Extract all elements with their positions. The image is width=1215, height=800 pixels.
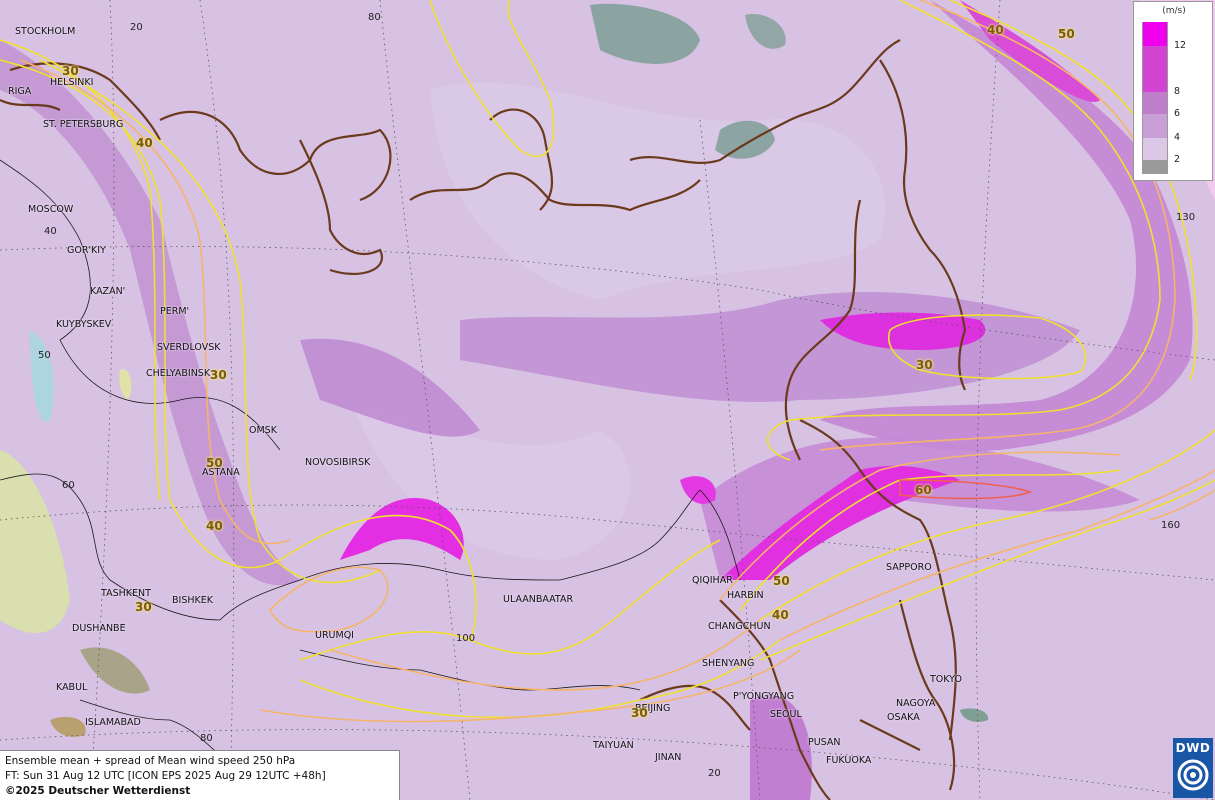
legend-level: 4 [1174, 132, 1181, 143]
contour-label-50: 50 [206, 456, 223, 470]
contour-label-50: 50 [1058, 27, 1075, 41]
city-tashkent: TASHKENT [101, 588, 151, 599]
grid-label-160: 160 [1161, 520, 1181, 531]
contour-label-40: 40 [987, 23, 1004, 37]
dwd-logo: DWD [1173, 738, 1213, 798]
city-chelyabinsk: CHELYABINSK [146, 368, 211, 379]
contour-label-30: 30 [916, 358, 933, 372]
grid-label-20-top: 20 [130, 22, 143, 33]
grid-label-60-left: 60 [62, 480, 75, 491]
city-helsinki: HELSINKI [50, 77, 94, 88]
legend-level: 8 [1174, 86, 1181, 97]
city-jinan: JINAN [655, 752, 682, 763]
info-title: Ensemble mean + spread of Mean wind spee… [5, 755, 296, 767]
grid-label-100: 100 [456, 633, 476, 644]
city-taiyuan: TAIYUAN [593, 740, 634, 751]
contour-label-40: 40 [136, 136, 153, 150]
city-moscow: MOSCOW [28, 204, 74, 215]
city-urumqi: URUMQI [315, 630, 354, 641]
city-st-petersburg: ST. PETERSBURG [43, 119, 124, 130]
contour-label-30: 30 [210, 368, 227, 382]
city-changchun: CHANGCHUN [708, 621, 771, 632]
city-nagoya: NAGOYA [896, 698, 936, 709]
contour-label-30: 30 [135, 600, 152, 614]
legend-swatch [1142, 22, 1168, 46]
legend-level: 2 [1174, 154, 1181, 165]
wind-speed-field [0, 0, 1215, 800]
city-omsk: OMSK [249, 425, 277, 436]
legend-swatch [1142, 160, 1168, 174]
city-qiqihar: QIQIHAR [692, 575, 733, 586]
city-riga: RIGA [8, 86, 32, 97]
contour-label-50: 50 [773, 574, 790, 588]
city-gorkiy: GOR'KIY [67, 245, 106, 256]
city-stockholm: STOCKHOLM [15, 26, 76, 37]
legend-swatch [1142, 46, 1168, 92]
contour-label-40: 40 [206, 519, 223, 533]
city-sverdlovsk: SVERDLOVSK [157, 342, 221, 353]
city-tokyo: TOKYO [930, 674, 962, 685]
dwd-logo-text: DWD [1175, 741, 1211, 755]
city-sapporo: SAPPORO [886, 562, 932, 573]
color-legend: (m/s) 12 8 6 4 2 [1133, 1, 1213, 181]
legend-swatch [1142, 138, 1168, 160]
city-pyongyang: P'YONGYANG [733, 691, 795, 702]
city-harbin: HARBIN [727, 590, 764, 601]
weather-map: 20 80 40 50 60 80 100 130 160 20 STOCKHO… [0, 0, 1215, 800]
grid-label-20-bottom: 20 [708, 768, 721, 779]
grid-label-50-left: 50 [38, 350, 51, 361]
city-osaka: OSAKA [887, 712, 920, 723]
info-copyright: ©2025 Deutscher Wetterdienst [5, 785, 191, 797]
city-seoul: SEOUL [770, 709, 802, 720]
city-pusan: PUSAN [808, 737, 841, 748]
contour-label-40: 40 [772, 608, 789, 622]
city-islamabad: ISLAMABAD [85, 717, 141, 728]
grid-label-80-top: 80 [368, 12, 381, 23]
swirl-icon [1177, 759, 1209, 791]
city-ulaanbaatar: ULAANBAATAR [503, 594, 574, 605]
grid-label-80-bottom: 80 [200, 733, 213, 744]
legend-level: 12 [1174, 40, 1187, 51]
legend-swatch [1142, 114, 1168, 138]
legend-unit: (m/s) [1162, 6, 1186, 16]
city-dushanbe: DUSHANBE [72, 623, 126, 634]
grid-label-40-left: 40 [44, 226, 57, 237]
city-fukuoka: FUKUOKA [826, 755, 872, 766]
info-box: Ensemble mean + spread of Mean wind spee… [0, 750, 400, 800]
info-forecast-time: FT: Sun 31 Aug 12 UTC [ICON EPS 2025 Aug… [5, 770, 326, 782]
city-perm: PERM' [160, 306, 190, 317]
city-novosibirsk: NOVOSIBIRSK [305, 457, 371, 468]
contour-label-30: 30 [62, 64, 79, 78]
grid-label-130: 130 [1176, 212, 1196, 223]
city-kabul: KABUL [56, 682, 88, 693]
city-shenyang: SHENYANG [702, 658, 755, 669]
contour-label-30: 30 [631, 706, 648, 720]
legend-level: 6 [1174, 108, 1181, 119]
contour-label-60: 60 [915, 483, 932, 497]
city-kuybyshev: KUYBYSKEV [56, 319, 112, 330]
city-bishkek: BISHKEK [172, 595, 213, 606]
city-kazan: KAZAN' [90, 286, 126, 297]
legend-swatch [1142, 92, 1168, 114]
